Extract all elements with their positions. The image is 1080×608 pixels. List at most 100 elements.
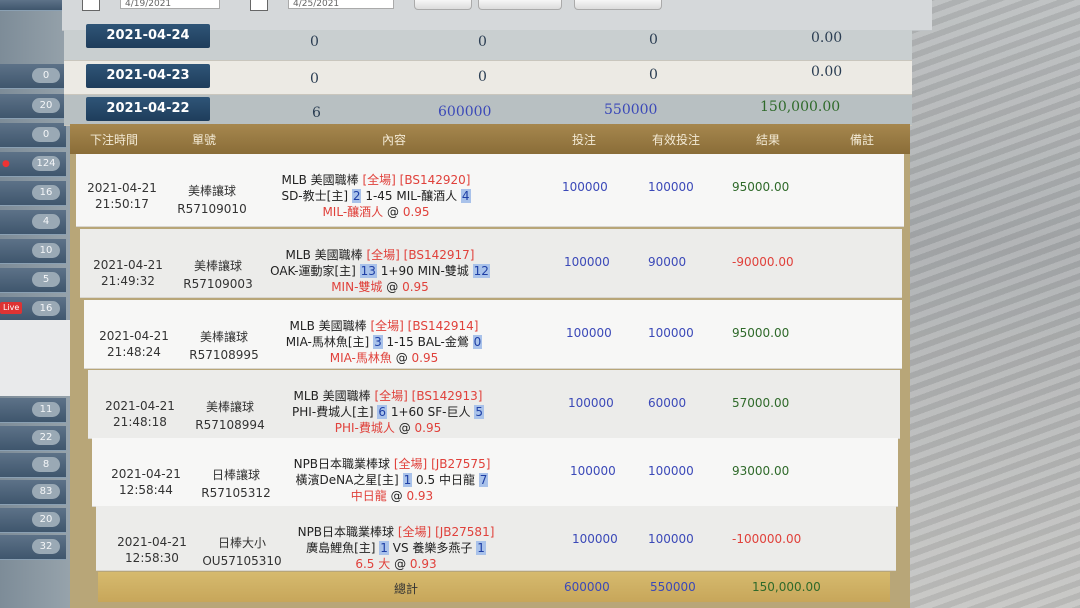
date-summary-row-selected[interactable]: 2021-04-22 6 600000 550000 150,000.00 [64, 95, 912, 126]
ticket-number: OU57105310 [202, 554, 282, 568]
table-row[interactable]: 2021-04-21 21:50:17 美棒讓球 R57109010 MLB 美國職棒 … [76, 154, 904, 227]
event-code: [BS142914] [407, 319, 479, 333]
valid-amount: 90000 [648, 255, 687, 269]
search-button[interactable] [414, 0, 472, 10]
result-total: 0.00 [811, 64, 843, 80]
selected-pick: MIL-釀酒人 [322, 205, 384, 219]
sidebar-item[interactable]: 10 [0, 239, 66, 264]
sidebar-item[interactable]: 83 [0, 480, 66, 505]
ticket-number: R57108994 [195, 418, 265, 432]
sidebar-item[interactable]: 11 [0, 398, 66, 423]
header-note: 備註 [850, 133, 875, 147]
sidebar-item[interactable]: 8 [0, 453, 66, 478]
league-name: MLB 美國職棒 [289, 319, 367, 333]
background-stadium [900, 0, 1080, 608]
sidebar-item[interactable]: ● 124 [0, 152, 66, 177]
count-badge: 20 [32, 98, 60, 113]
result-amount: 95000.00 [732, 326, 790, 340]
header-stake: 投注 [572, 133, 597, 147]
handicap-line: VS [392, 541, 409, 555]
date-button[interactable]: 2021-04-24 [86, 24, 210, 48]
table-row[interactable]: 2021-04-21 21:48:18 美棒讓球 R57108994 MLB 美國職棒 … [88, 370, 900, 439]
sidebar-item[interactable]: 20 [0, 508, 66, 533]
sidebar-item[interactable]: 5 [0, 268, 66, 293]
bet-time-cell: 2021-04-21 21:48:24 [96, 328, 172, 360]
league-name: MLB 美國職棒 [293, 389, 371, 403]
sidebar-item[interactable]: 16 [0, 181, 66, 206]
away-team: 養樂多燕子 [412, 541, 473, 555]
count-badge: 83 [32, 484, 60, 499]
sidebar-item[interactable]: 32 [0, 535, 66, 560]
ticket-number: R57109003 [183, 277, 253, 291]
result-amount: -90000.00 [732, 255, 794, 269]
total-label: 總計 [394, 582, 419, 596]
sidebar-item[interactable]: 0 [0, 64, 66, 89]
odds-value: 0.95 [402, 280, 429, 294]
result-total: 0.00 [811, 30, 843, 46]
filter-button[interactable] [574, 0, 662, 10]
date-to-input[interactable]: 4/25/2021 [288, 0, 394, 9]
ticket-cell: 日棒讓球 R57105312 [196, 466, 276, 502]
result-total: 150,000.00 [760, 99, 841, 115]
count-badge: 16 [32, 185, 60, 200]
sidebar-item[interactable] [0, 0, 66, 11]
table-row[interactable]: 2021-04-21 12:58:44 日棒讓球 R57105312 NPB日本職業棒球… [92, 438, 898, 507]
league-name: MLB 美國職棒 [285, 248, 363, 262]
header-ticket: 單號 [192, 133, 217, 147]
sidebar-item-live[interactable]: Live 16 [0, 297, 66, 322]
bet-count: 0 [310, 71, 319, 87]
table-row[interactable]: 2021-04-21 12:58:30 日棒大小 OU57105310 NPB日本職業棒… [96, 506, 896, 571]
home-score: 3 [373, 335, 383, 349]
sidebar-item[interactable]: 22 [0, 426, 66, 451]
valid-amount: 60000 [648, 396, 687, 410]
home-score: 1 [402, 473, 413, 487]
export-button[interactable] [478, 0, 562, 10]
away-score: 4 [460, 189, 471, 203]
bet-time-cell: 2021-04-21 12:58:30 [114, 534, 190, 566]
selected-pick: PHI-費城人 [334, 421, 395, 435]
table-row[interactable]: 2021-04-21 21:48:24 美棒讓球 R57108995 MLB 美國職棒 … [84, 300, 902, 369]
date-summary-row[interactable]: 2021-04-23 0 0 0 0.00 [64, 61, 912, 95]
total-stake: 600000 [564, 580, 610, 594]
stake-amount: 100000 [568, 396, 614, 410]
ticket-number: R57108995 [189, 348, 259, 362]
valid-total: 550000 [604, 102, 658, 118]
stake-amount: 100000 [570, 464, 616, 478]
home-team: OAK-運動家[主] [270, 264, 356, 278]
date-button[interactable]: 2021-04-23 [86, 64, 210, 88]
home-team: PHI-費城人[主] [292, 405, 374, 419]
bet-date: 2021-04-21 [87, 181, 157, 195]
bet-type: 日棒讓球 [211, 468, 260, 482]
sidebar-item[interactable]: 4 [0, 210, 66, 235]
result-amount: 93000.00 [732, 464, 790, 478]
table-header: 下注時間 單號 內容 投注 有效投注 結果 備註 [70, 124, 910, 154]
sidebar-item[interactable]: 0 [0, 123, 66, 148]
count-badge: 4 [32, 214, 60, 229]
sidebar-item[interactable]: 20 [0, 94, 66, 119]
odds-value: 0.93 [409, 557, 437, 571]
bet-count: 0 [310, 34, 319, 50]
bet-time: 21:48:18 [113, 415, 167, 429]
date-button[interactable]: 2021-04-22 [86, 97, 210, 121]
valid-amount: 100000 [648, 180, 694, 194]
handicap-line: 1-45 [365, 189, 393, 203]
away-score: 12 [472, 264, 490, 278]
league-name: NPB日本職業棒球 [293, 457, 391, 471]
table-row[interactable]: 2021-04-21 21:49:32 美棒讓球 R57109003 MLB 美國職棒 … [80, 229, 902, 298]
bet-date: 2021-04-21 [117, 535, 187, 549]
bet-count: 6 [312, 105, 321, 121]
ticket-cell: 美棒讓球 R57108995 [184, 328, 264, 364]
selected-pick: 中日龍 [350, 489, 387, 503]
count-badge: 10 [32, 243, 60, 258]
sidebar-blank-area [0, 320, 76, 396]
calendar-icon[interactable] [250, 0, 268, 11]
date-from-input[interactable]: 4/19/2021 [120, 0, 220, 9]
bet-time-cell: 2021-04-21 21:48:18 [102, 398, 178, 430]
count-badge: 5 [32, 272, 60, 287]
event-code: [BS142920] [399, 173, 471, 187]
valid-amount: 100000 [648, 464, 694, 478]
count-badge: 8 [32, 457, 60, 472]
calendar-icon[interactable] [82, 0, 100, 11]
event-code: [JB27575] [431, 457, 491, 471]
date-summary-row[interactable]: 2021-04-24 0 0 0 0.00 [64, 24, 912, 61]
